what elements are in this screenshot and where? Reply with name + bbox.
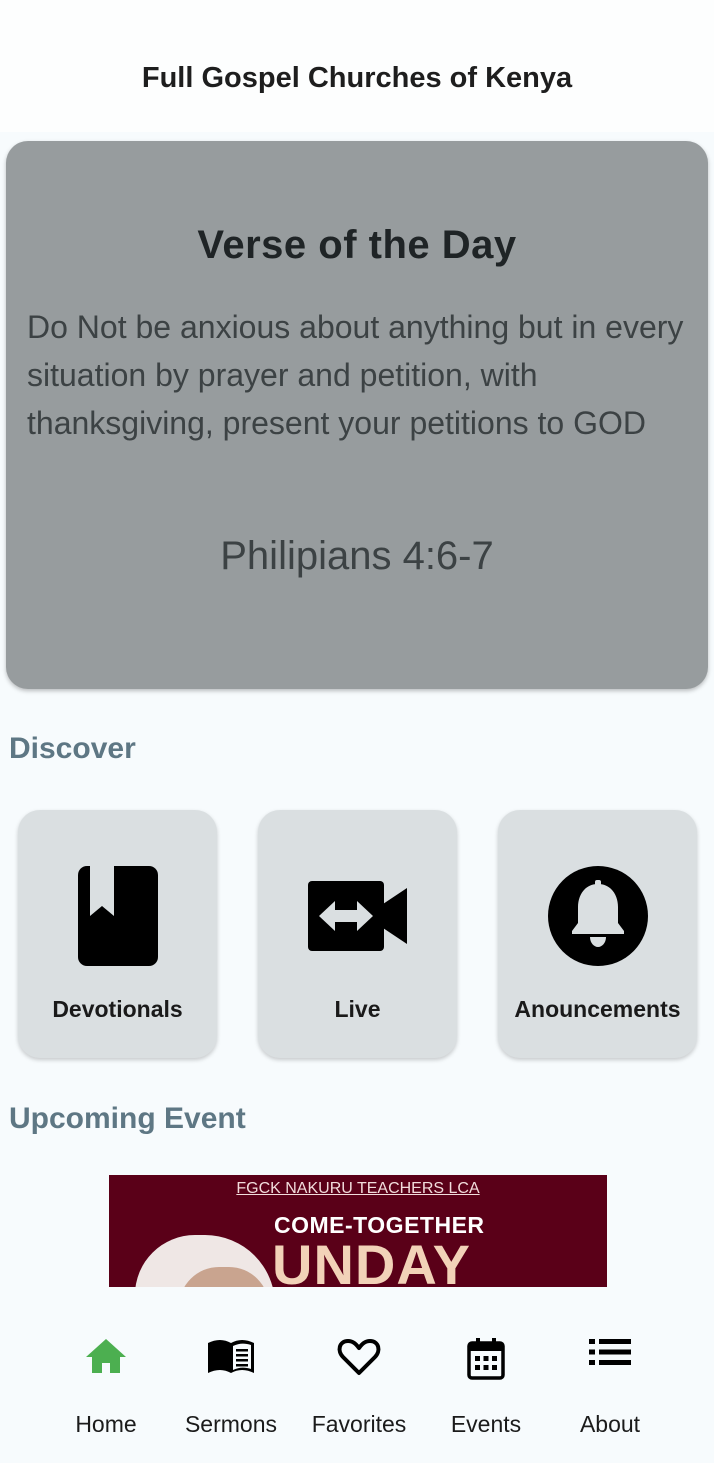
nav-sermons[interactable]: Sermons bbox=[166, 1305, 296, 1463]
devotionals-tile[interactable]: Devotionals bbox=[18, 810, 217, 1058]
upcoming-event-title: Upcoming Event bbox=[9, 1102, 246, 1135]
app-title: Full Gospel Churches of Kenya bbox=[141, 61, 573, 94]
nav-home[interactable]: Home bbox=[41, 1305, 171, 1463]
nav-home-label: Home bbox=[75, 1411, 137, 1437]
nav-about-label: About bbox=[579, 1411, 641, 1437]
list-icon bbox=[589, 1337, 631, 1372]
announcements-tile[interactable]: Anouncements bbox=[498, 810, 697, 1058]
verse-reference: Philipians 4:6-7 bbox=[220, 534, 494, 578]
book-icon bbox=[77, 865, 159, 972]
heart-icon bbox=[337, 1337, 381, 1382]
event-banner[interactable]: FGCK NAKURU TEACHERS LCA COME-TOGETHER U… bbox=[109, 1175, 607, 1287]
bell-icon bbox=[547, 865, 649, 972]
announcements-label: Anouncements bbox=[514, 996, 681, 1022]
nav-sermons-label: Sermons bbox=[184, 1411, 278, 1437]
bottom-navigation: Home Sermons Favorites Events About bbox=[0, 1305, 714, 1463]
discover-title: Discover bbox=[9, 732, 136, 765]
verse-text: Do Not be anxious about anything but in … bbox=[27, 309, 684, 441]
nav-favorites[interactable]: Favorites bbox=[294, 1305, 424, 1463]
calendar-icon bbox=[466, 1337, 506, 1386]
banner-org: FGCK NAKURU TEACHERS LCA bbox=[236, 1180, 480, 1197]
nav-about[interactable]: About bbox=[545, 1305, 675, 1463]
verse-of-the-day-card[interactable]: Verse of the Day Do Not be anxious about… bbox=[6, 141, 708, 689]
verse-heading: Verse of the Day bbox=[197, 223, 517, 267]
open-book-icon bbox=[206, 1337, 256, 1380]
nav-events[interactable]: Events bbox=[421, 1305, 551, 1463]
live-tile[interactable]: Live bbox=[258, 810, 457, 1058]
devotionals-label: Devotionals bbox=[52, 996, 183, 1022]
live-label: Live bbox=[334, 996, 381, 1022]
video-camera-icon bbox=[307, 880, 409, 957]
nav-events-label: Events bbox=[450, 1411, 522, 1437]
home-icon bbox=[84, 1337, 128, 1380]
nav-favorites-label: Favorites bbox=[311, 1411, 407, 1437]
banner-subheadline: UNDAY bbox=[272, 1233, 471, 1288]
app-bar: Full Gospel Churches of Kenya bbox=[0, 0, 714, 132]
